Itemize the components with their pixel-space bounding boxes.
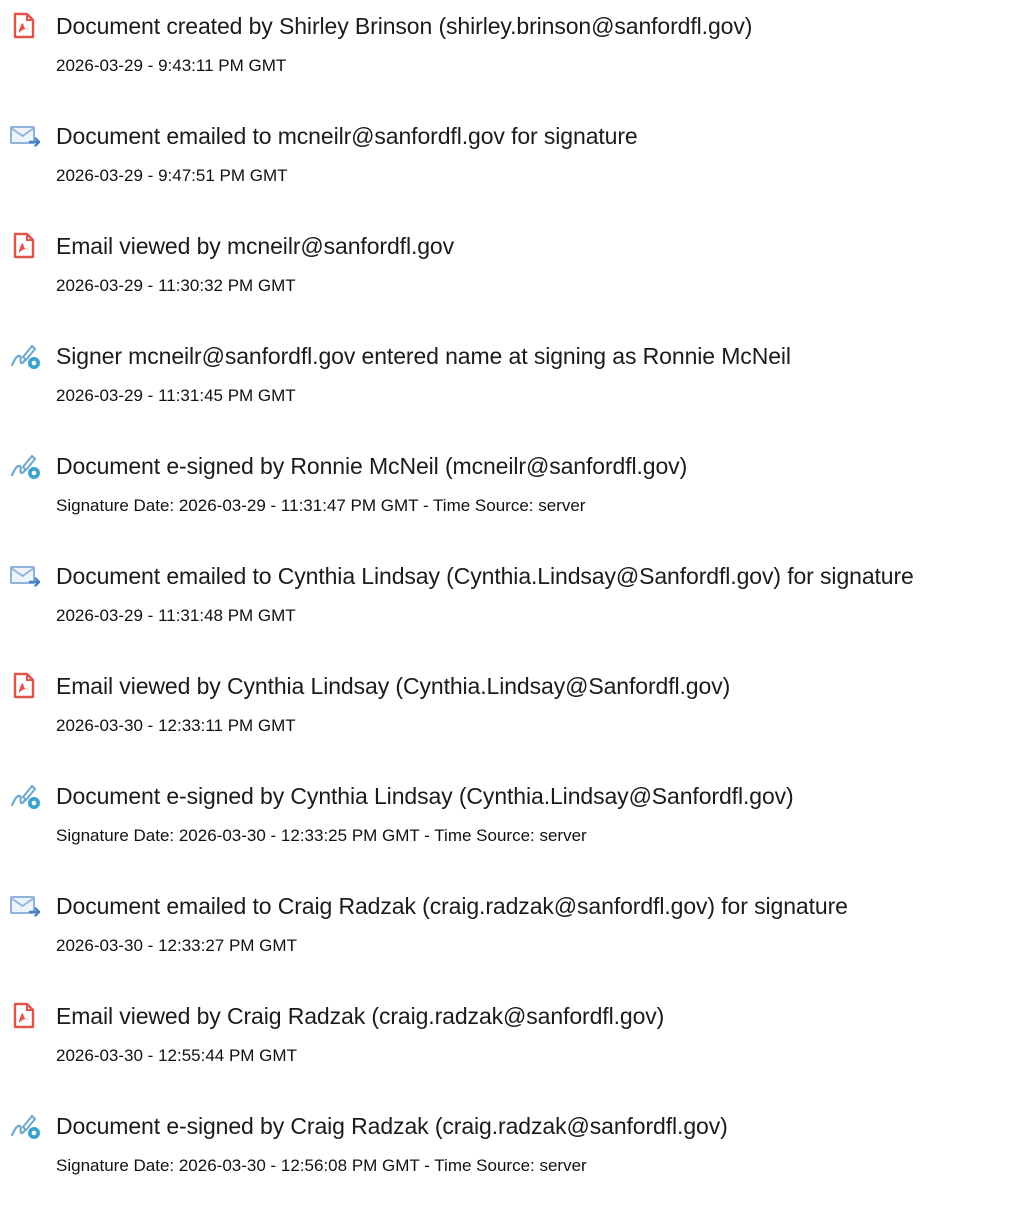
pdf-document-icon: [8, 1001, 42, 1031]
event-timestamp: 2026-03-29 - 11:31:45 PM GMT: [56, 386, 296, 405]
event-title: Document e-signed by Cynthia Lindsay (Cy…: [56, 783, 794, 809]
audit-event: Email viewed by Cynthia Lindsay (Cynthia…: [0, 660, 1019, 770]
email-sent-icon: [8, 561, 42, 591]
event-signature-date: Signature Date: 2026-03-30 - 12:56:08 PM…: [56, 1156, 587, 1175]
audit-event: Document e-signed by Cynthia Lindsay (Cy…: [0, 770, 1019, 880]
event-timestamp: 2026-03-29 - 9:43:11 PM GMT: [56, 56, 287, 75]
event-title: Document e-signed by Craig Radzak (craig…: [56, 1113, 728, 1139]
event-signature-date: Signature Date: 2026-03-30 - 12:33:25 PM…: [56, 826, 587, 845]
event-timestamp: 2026-03-29 - 11:30:32 PM GMT: [56, 276, 296, 295]
event-title: Email viewed by mcneilr@sanfordfl.gov: [56, 233, 455, 259]
event-title: Email viewed by Cynthia Lindsay (Cynthia…: [56, 673, 731, 699]
audit-event: Document created by Shirley Brinson (shi…: [0, 0, 1019, 110]
audit-event: Email viewed by Craig Radzak (craig.radz…: [0, 990, 1019, 1100]
event-timestamp: 2026-03-29 - 11:31:48 PM GMT: [56, 606, 296, 625]
event-title: Email viewed by Craig Radzak (craig.radz…: [56, 1003, 665, 1029]
pdf-document-icon: [8, 671, 42, 701]
event-timestamp: 2026-03-30 - 12:33:27 PM GMT: [56, 936, 297, 955]
signature-pen-icon: [8, 341, 42, 371]
signature-pen-icon: [8, 451, 42, 481]
event-title: Document emailed to Craig Radzak (craig.…: [56, 893, 848, 919]
audit-event: Document e-signed by Ronnie McNeil (mcne…: [0, 440, 1019, 550]
audit-event: Document emailed to mcneilr@sanfordfl.go…: [0, 110, 1019, 220]
event-title: Signer mcneilr@sanfordfl.gov entered nam…: [56, 343, 791, 369]
event-timestamp: 2026-03-29 - 9:47:51 PM GMT: [56, 166, 288, 185]
audit-event: Signer mcneilr@sanfordfl.gov entered nam…: [0, 330, 1019, 440]
audit-event: Document emailed to Craig Radzak (craig.…: [0, 880, 1019, 990]
pdf-document-icon: [8, 11, 42, 41]
audit-event: Document emailed to Cynthia Lindsay (Cyn…: [0, 550, 1019, 660]
event-timestamp: 2026-03-30 - 12:33:11 PM GMT: [56, 716, 296, 735]
event-signature-date: Signature Date: 2026-03-29 - 11:31:47 PM…: [56, 496, 586, 515]
signature-pen-icon: [8, 781, 42, 811]
email-sent-icon: [8, 121, 42, 151]
event-title: Document emailed to Cynthia Lindsay (Cyn…: [56, 563, 914, 589]
event-title: Document created by Shirley Brinson (shi…: [56, 13, 753, 39]
audit-event: Document e-signed by Craig Radzak (craig…: [0, 1100, 1019, 1210]
pdf-document-icon: [8, 231, 42, 261]
audit-event: Email viewed by mcneilr@sanfordfl.gov 20…: [0, 220, 1019, 330]
event-title: Document emailed to mcneilr@sanfordfl.go…: [56, 123, 638, 149]
event-title: Document e-signed by Ronnie McNeil (mcne…: [56, 453, 688, 479]
signature-pen-icon: [8, 1111, 42, 1141]
event-timestamp: 2026-03-30 - 12:55:44 PM GMT: [56, 1046, 297, 1065]
email-sent-icon: [8, 891, 42, 921]
